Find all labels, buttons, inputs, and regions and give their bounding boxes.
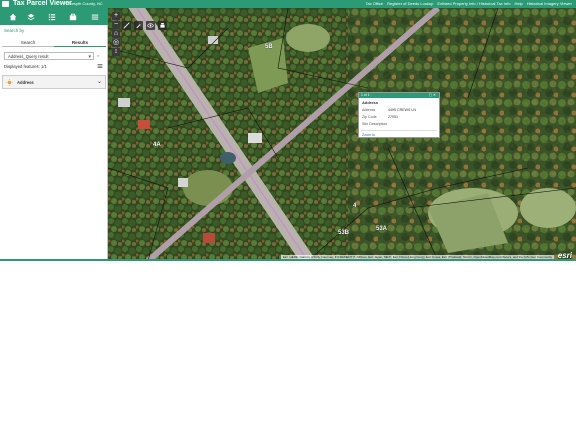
parcel-label: 53A — [376, 226, 388, 232]
popup-divider — [361, 130, 437, 131]
options-list-icon[interactable] — [97, 63, 103, 69]
popup-pagination: 1 of 1 — [361, 93, 370, 97]
sun-symbol-icon — [6, 79, 13, 86]
tab-results[interactable]: Results — [54, 39, 106, 47]
panel-tabs: Search Results — [2, 39, 106, 47]
chevron-down-icon: ▾ — [88, 54, 91, 60]
map-toolbar — [122, 21, 167, 30]
popup-row-label: Address — [362, 108, 376, 112]
side-panel: Search by Search Results Address_Query r… — [0, 8, 108, 261]
zoom-to-link[interactable]: Zoom to — [362, 133, 375, 137]
zoom-controls: + − ⌂ ◎ ↕ — [112, 12, 120, 57]
link-historical-imagery[interactable]: Historical Imagery Viewer — [527, 1, 572, 7]
displayed-features-count: Displayed features: 1/1 — [4, 64, 47, 69]
result-select-value: Address_Query result — [8, 54, 49, 59]
zoom-out-button[interactable]: − — [112, 21, 120, 29]
tax-parcel-viewer-app: Tax Parcel Viewer Forsyth County, NC Tax… — [0, 0, 576, 261]
panel-label: Search by — [4, 28, 25, 33]
popup-row-zip: Zip Code 27051 — [362, 115, 398, 119]
parcel-label: 53B — [338, 230, 350, 236]
header-links: Tax Office Register of Deeds Lookup Enli… — [365, 1, 572, 7]
tab-search[interactable]: Search — [2, 39, 54, 46]
result-accordion-address[interactable]: Address ⌄ — [2, 75, 106, 89]
link-register-of-deeds[interactable]: Register of Deeds Lookup — [387, 1, 433, 7]
popup-row-label: Site Description — [362, 122, 388, 126]
popup-row-label: Zip Code — [362, 115, 377, 119]
parcel-label: 5B — [265, 44, 273, 50]
measure-icon[interactable] — [122, 21, 131, 30]
map-view[interactable]: 5B 4 53A 53B 4A + − ⌂ ◎ ↕ 1 of 1 ▢✕ Addr… — [108, 8, 576, 261]
popup-row-site: Site Description — [362, 122, 387, 126]
aerial-imagery — [108, 8, 576, 261]
popup-row-value: 4495 CREWS LN — [388, 108, 416, 112]
draw-icon[interactable] — [134, 21, 143, 30]
app-title: Tax Parcel Viewer — [13, 0, 72, 7]
home-icon[interactable] — [8, 12, 17, 21]
app-logo-icon — [2, 1, 9, 7]
chevron-down-icon: ⌄ — [96, 79, 102, 85]
result-layer-select[interactable]: Address_Query result ▾ — [4, 52, 94, 60]
link-enlisted-property[interactable]: Enlisted Property Info / Historical Tax … — [437, 1, 510, 7]
link-help[interactable]: Help — [514, 1, 522, 7]
layers-icon[interactable] — [26, 12, 35, 21]
menu-icon[interactable] — [90, 12, 99, 21]
popup-row-value: 27051 — [388, 115, 398, 119]
basemap-icon[interactable] — [68, 12, 77, 21]
app-header: Tax Parcel Viewer Forsyth County, NC Tax… — [0, 0, 576, 8]
popup-header: 1 of 1 ▢✕ — [359, 93, 439, 98]
fullscreen-icon[interactable]: ↕ — [112, 48, 120, 56]
eye-icon[interactable] — [146, 21, 155, 30]
home-extent-icon[interactable]: ⌂ — [112, 30, 120, 38]
footer-bar — [0, 259, 576, 261]
zoom-in-button[interactable]: + — [112, 12, 120, 20]
accordion-label: Address — [17, 80, 34, 85]
popup-title: Address — [362, 100, 379, 105]
panel-toolbar — [0, 8, 108, 25]
popup-window-controls[interactable]: ▢✕ — [429, 93, 437, 98]
locate-icon[interactable]: ◎ — [112, 39, 120, 47]
parcel-label: 4 — [353, 203, 357, 209]
print-icon[interactable] — [158, 21, 167, 30]
app-subtitle: Forsyth County, NC — [68, 1, 103, 6]
parcel-label: 4A — [153, 142, 161, 148]
link-tax-office[interactable]: Tax Office — [365, 1, 383, 7]
popup-row-address: Address 4495 CREWS LN — [362, 108, 416, 112]
feature-popup: 1 of 1 ▢✕ Address Address 4495 CREWS LN … — [358, 92, 440, 138]
list-icon[interactable] — [47, 12, 56, 21]
clear-results-button[interactable]: × — [97, 53, 99, 58]
